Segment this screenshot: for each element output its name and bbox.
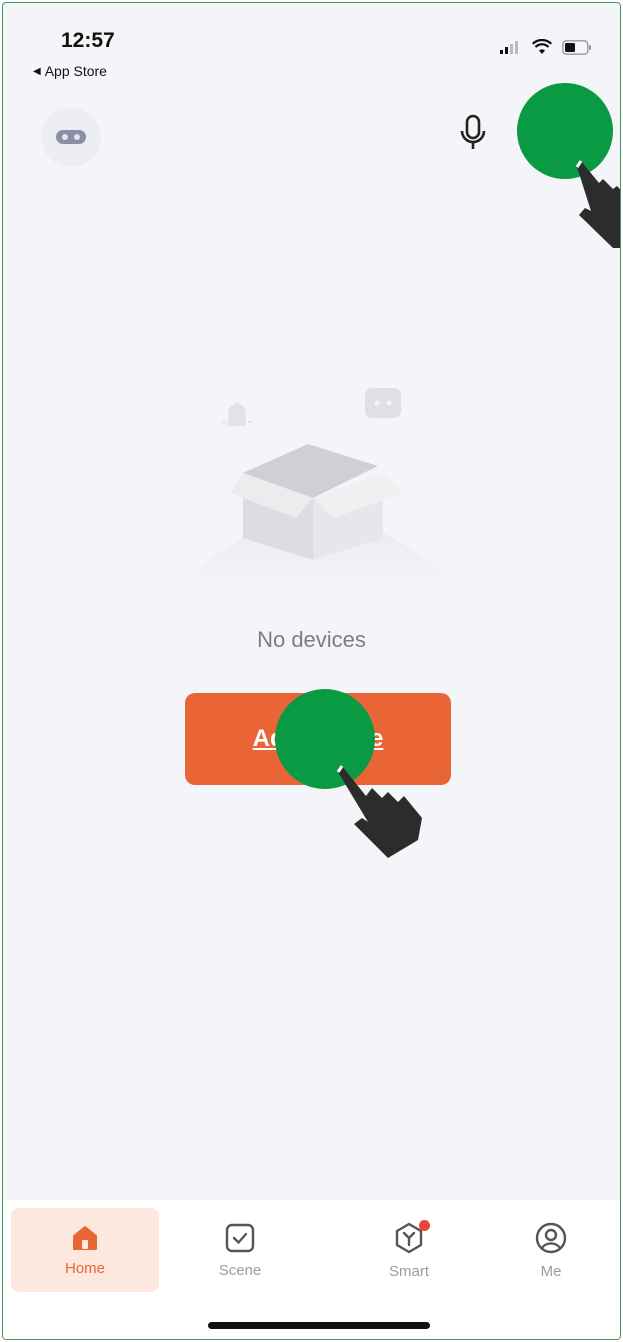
scene-checkbox-icon [225,1223,255,1252]
empty-box-illustration [178,388,458,588]
tab-home[interactable]: Home [11,1208,159,1292]
profile-icon [535,1222,567,1253]
status-icons [500,39,592,55]
battery-icon [562,39,591,55]
app-screen: 12:57 ◀ App Store No devices Home Scene … [2,2,621,1340]
bottom-tab-bar: Home Scene Smart Me [3,1200,620,1339]
notification-dot [419,1220,430,1231]
tab-label: Smart [388,1262,429,1280]
home-indicator [208,1322,430,1329]
home-avatar-button[interactable] [41,107,101,167]
back-app-label: App Store [44,63,107,79]
status-time: 12:57 [61,29,115,52]
tab-me[interactable]: Me [477,1208,620,1292]
home-icon [73,1225,97,1250]
tab-label: Home [64,1259,105,1277]
home-avatar-icon [56,130,86,144]
microphone-icon [460,114,486,149]
empty-state-message: No devices [257,627,366,652]
back-arrow-icon: ◀ [33,65,41,77]
wifi-icon [532,39,552,54]
tab-smart[interactable]: Smart [335,1208,483,1292]
signal-icon [500,41,518,54]
pointing-hand-icon [575,160,620,248]
voice-button[interactable] [453,111,493,155]
tab-label: Me [540,1262,562,1280]
back-to-app-link[interactable]: ◀ App Store [33,63,107,79]
tab-label: Scene [218,1261,262,1279]
pointing-hand-icon [336,765,422,858]
tab-scene[interactable]: Scene [166,1208,314,1292]
